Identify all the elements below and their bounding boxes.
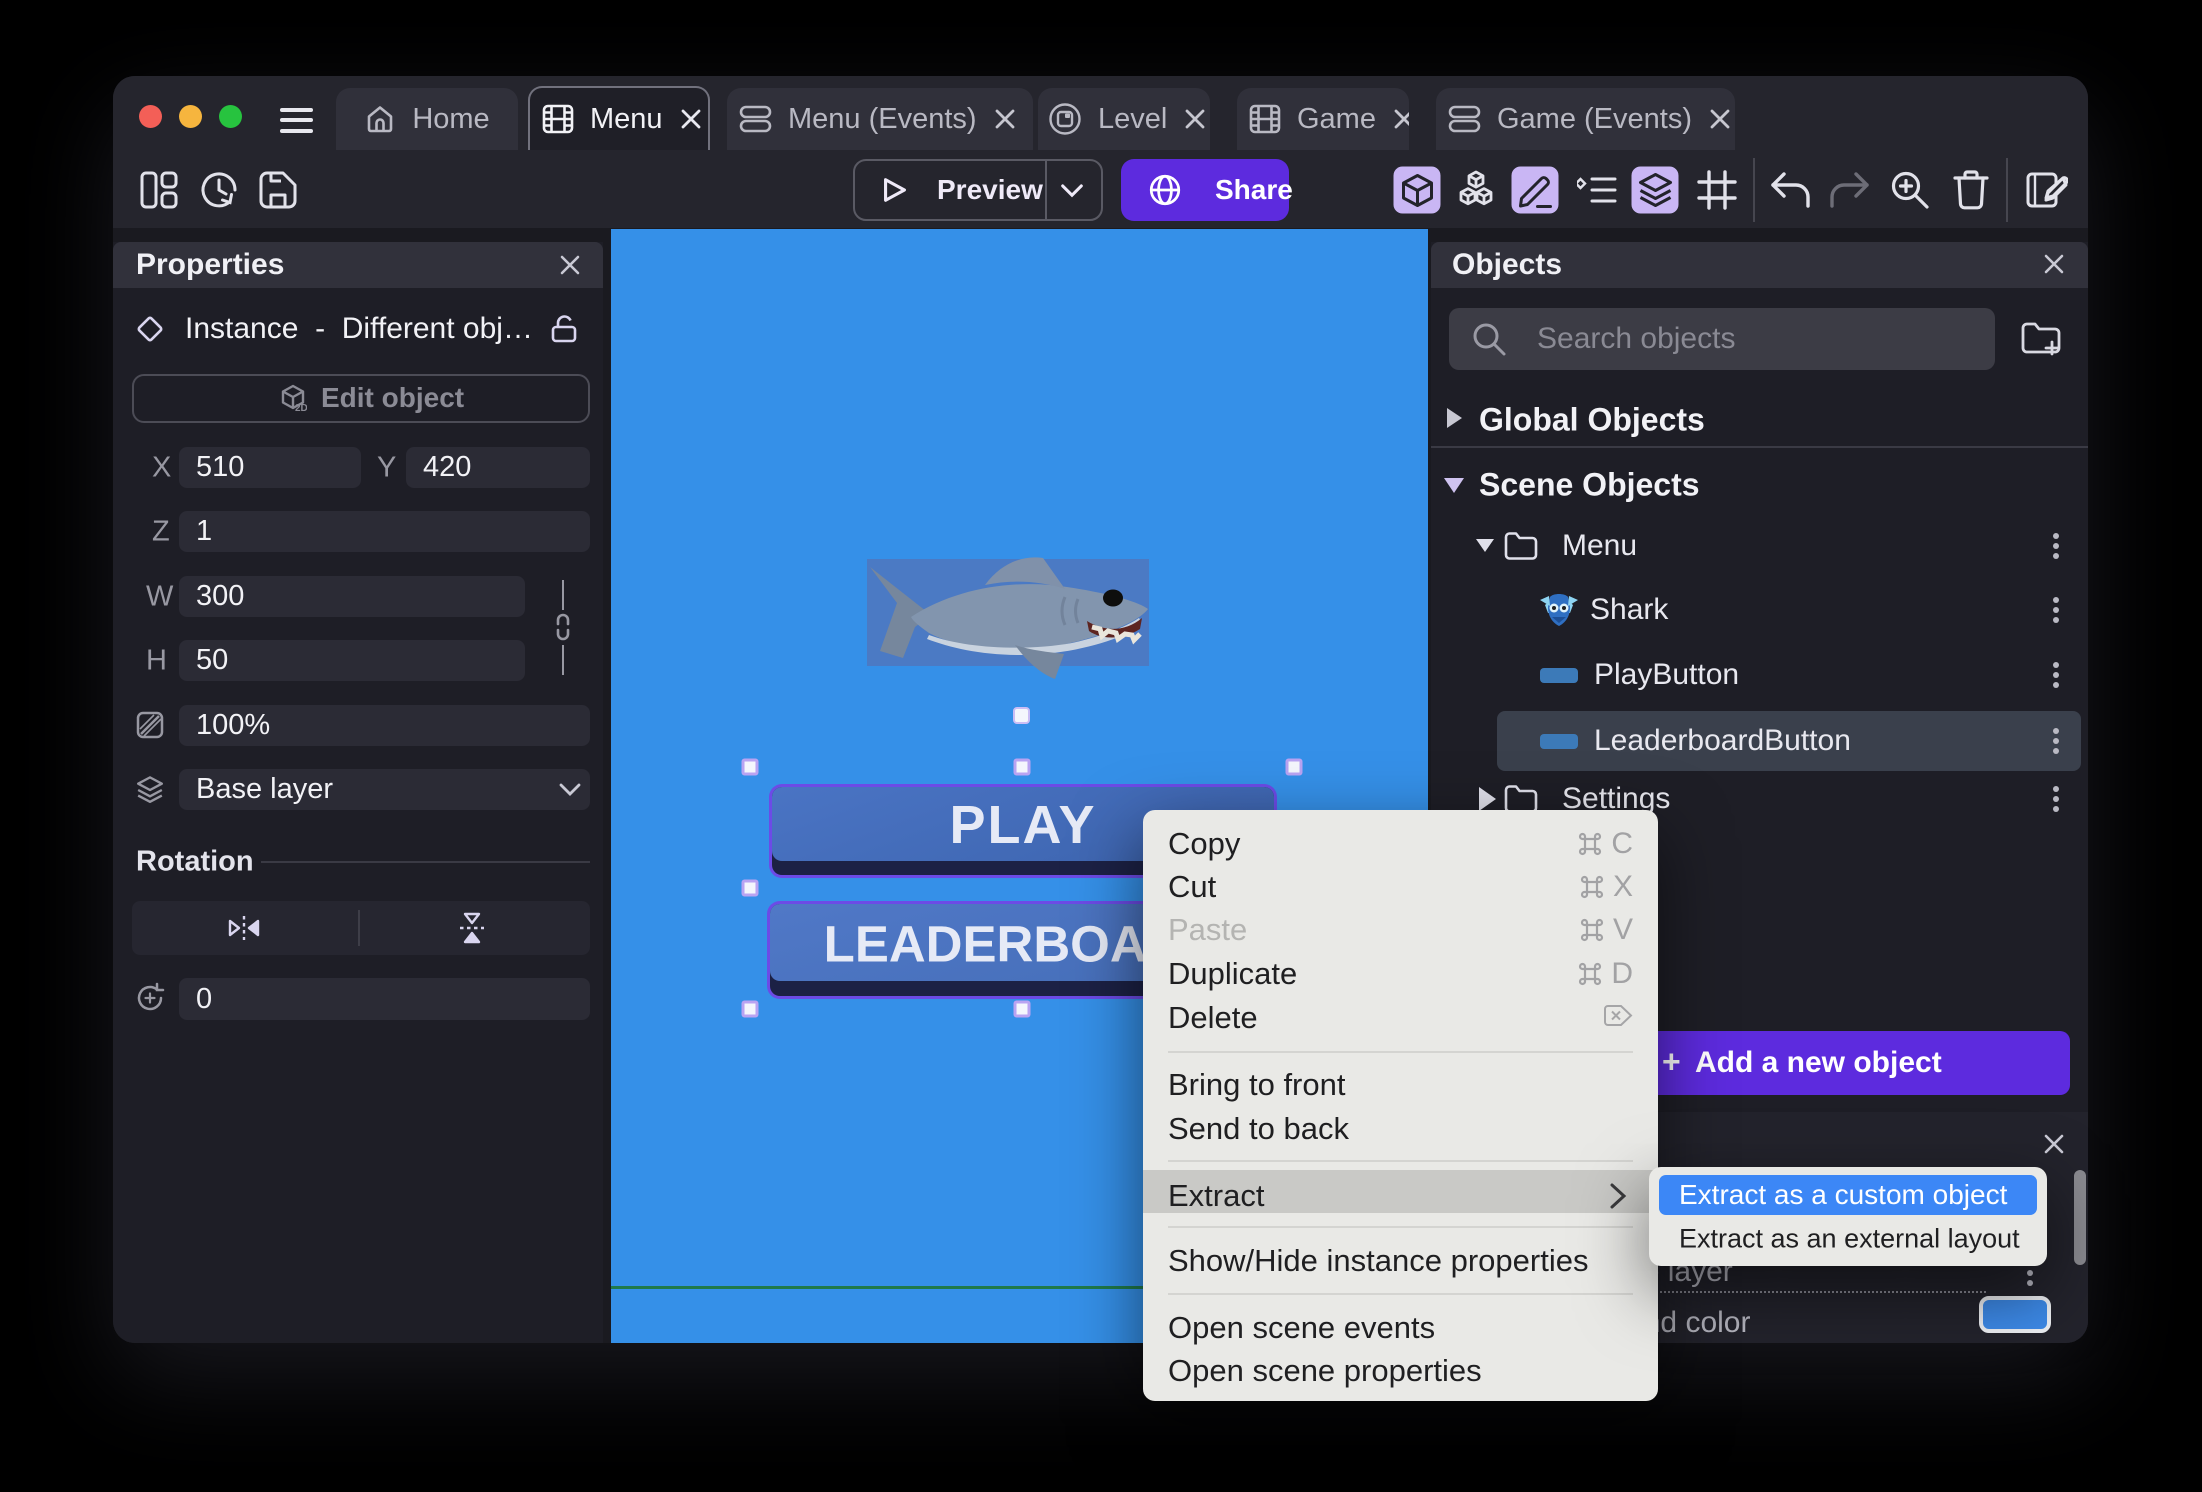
svg-text:2D: 2D <box>295 403 307 412</box>
